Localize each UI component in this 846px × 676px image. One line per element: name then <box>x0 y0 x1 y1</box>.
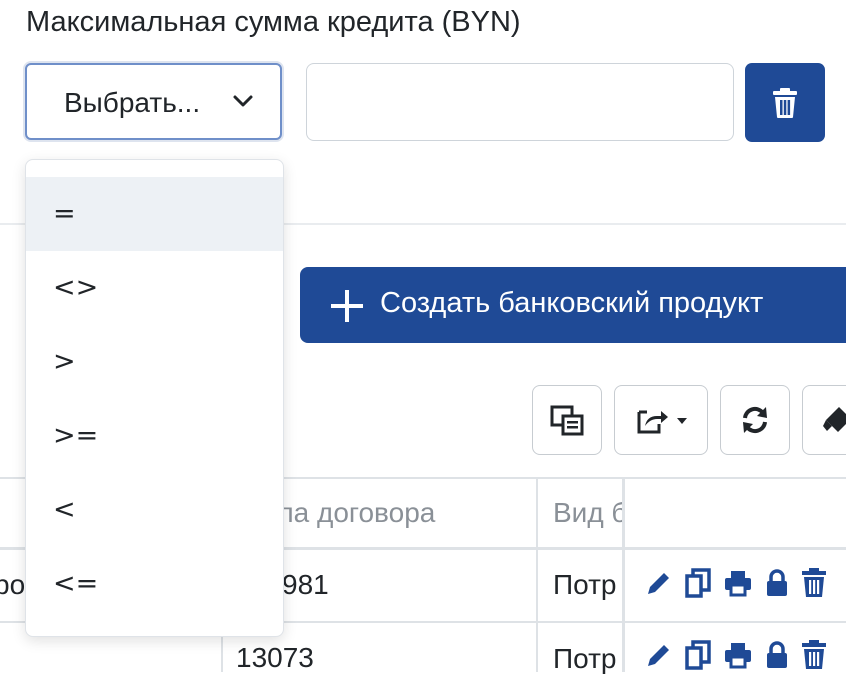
chevron-down-icon <box>233 95 253 107</box>
table-cell: Потр <box>553 569 617 600</box>
create-bank-product-button[interactable]: Создать банковский продукт <box>300 267 846 343</box>
row-actions <box>645 568 827 598</box>
copy-icon[interactable] <box>685 640 711 670</box>
eraser-icon <box>823 407 846 432</box>
clear-filters-button[interactable] <box>802 385 846 455</box>
operator-select[interactable]: Выбрать... <box>25 63 282 140</box>
edit-icon[interactable] <box>645 641 673 669</box>
columns-button[interactable] <box>532 385 602 455</box>
export-icon <box>637 410 687 434</box>
operator-option-less-equal[interactable]: <= <box>26 547 283 621</box>
table-cell: ро <box>0 569 26 600</box>
edit-icon[interactable] <box>645 569 673 597</box>
delete-row-icon[interactable] <box>801 640 827 670</box>
delete-filter-button[interactable] <box>745 63 825 142</box>
operator-option-greater[interactable]: > <box>26 325 283 399</box>
filter-value-input[interactable] <box>306 63 734 141</box>
refresh-button[interactable] <box>720 385 790 455</box>
copy-icon[interactable] <box>685 568 711 598</box>
operator-option-equal[interactable]: = <box>26 177 283 251</box>
table-cell: 981 <box>282 569 329 600</box>
plus-icon <box>331 290 363 322</box>
print-icon[interactable] <box>723 569 753 597</box>
lock-icon[interactable] <box>765 641 789 669</box>
operator-select-value: Выбрать... <box>64 87 201 118</box>
delete-row-icon[interactable] <box>801 568 827 598</box>
table-cell: 13073 <box>236 642 314 673</box>
table-cell: Потр <box>553 643 617 674</box>
operator-option-not-equal[interactable]: <> <box>26 251 283 325</box>
create-bank-product-label: Создать банковский продукт <box>380 287 764 319</box>
filter-label: Максимальная сумма кредита (BYN) <box>26 6 521 38</box>
operator-option-greater-equal[interactable]: >= <box>26 399 283 473</box>
row-actions <box>645 640 827 670</box>
export-button[interactable] <box>614 385 708 455</box>
table-col-divider <box>622 477 625 672</box>
lock-icon[interactable] <box>765 569 789 597</box>
print-icon[interactable] <box>723 641 753 669</box>
columns-icon <box>550 405 584 436</box>
operator-dropdown: = <> > >= < <= <box>25 159 284 637</box>
refresh-icon <box>743 406 767 434</box>
column-header-kind[interactable]: Вид б <box>553 497 622 529</box>
operator-option-less[interactable]: < <box>26 473 283 547</box>
trash-icon <box>773 87 797 118</box>
